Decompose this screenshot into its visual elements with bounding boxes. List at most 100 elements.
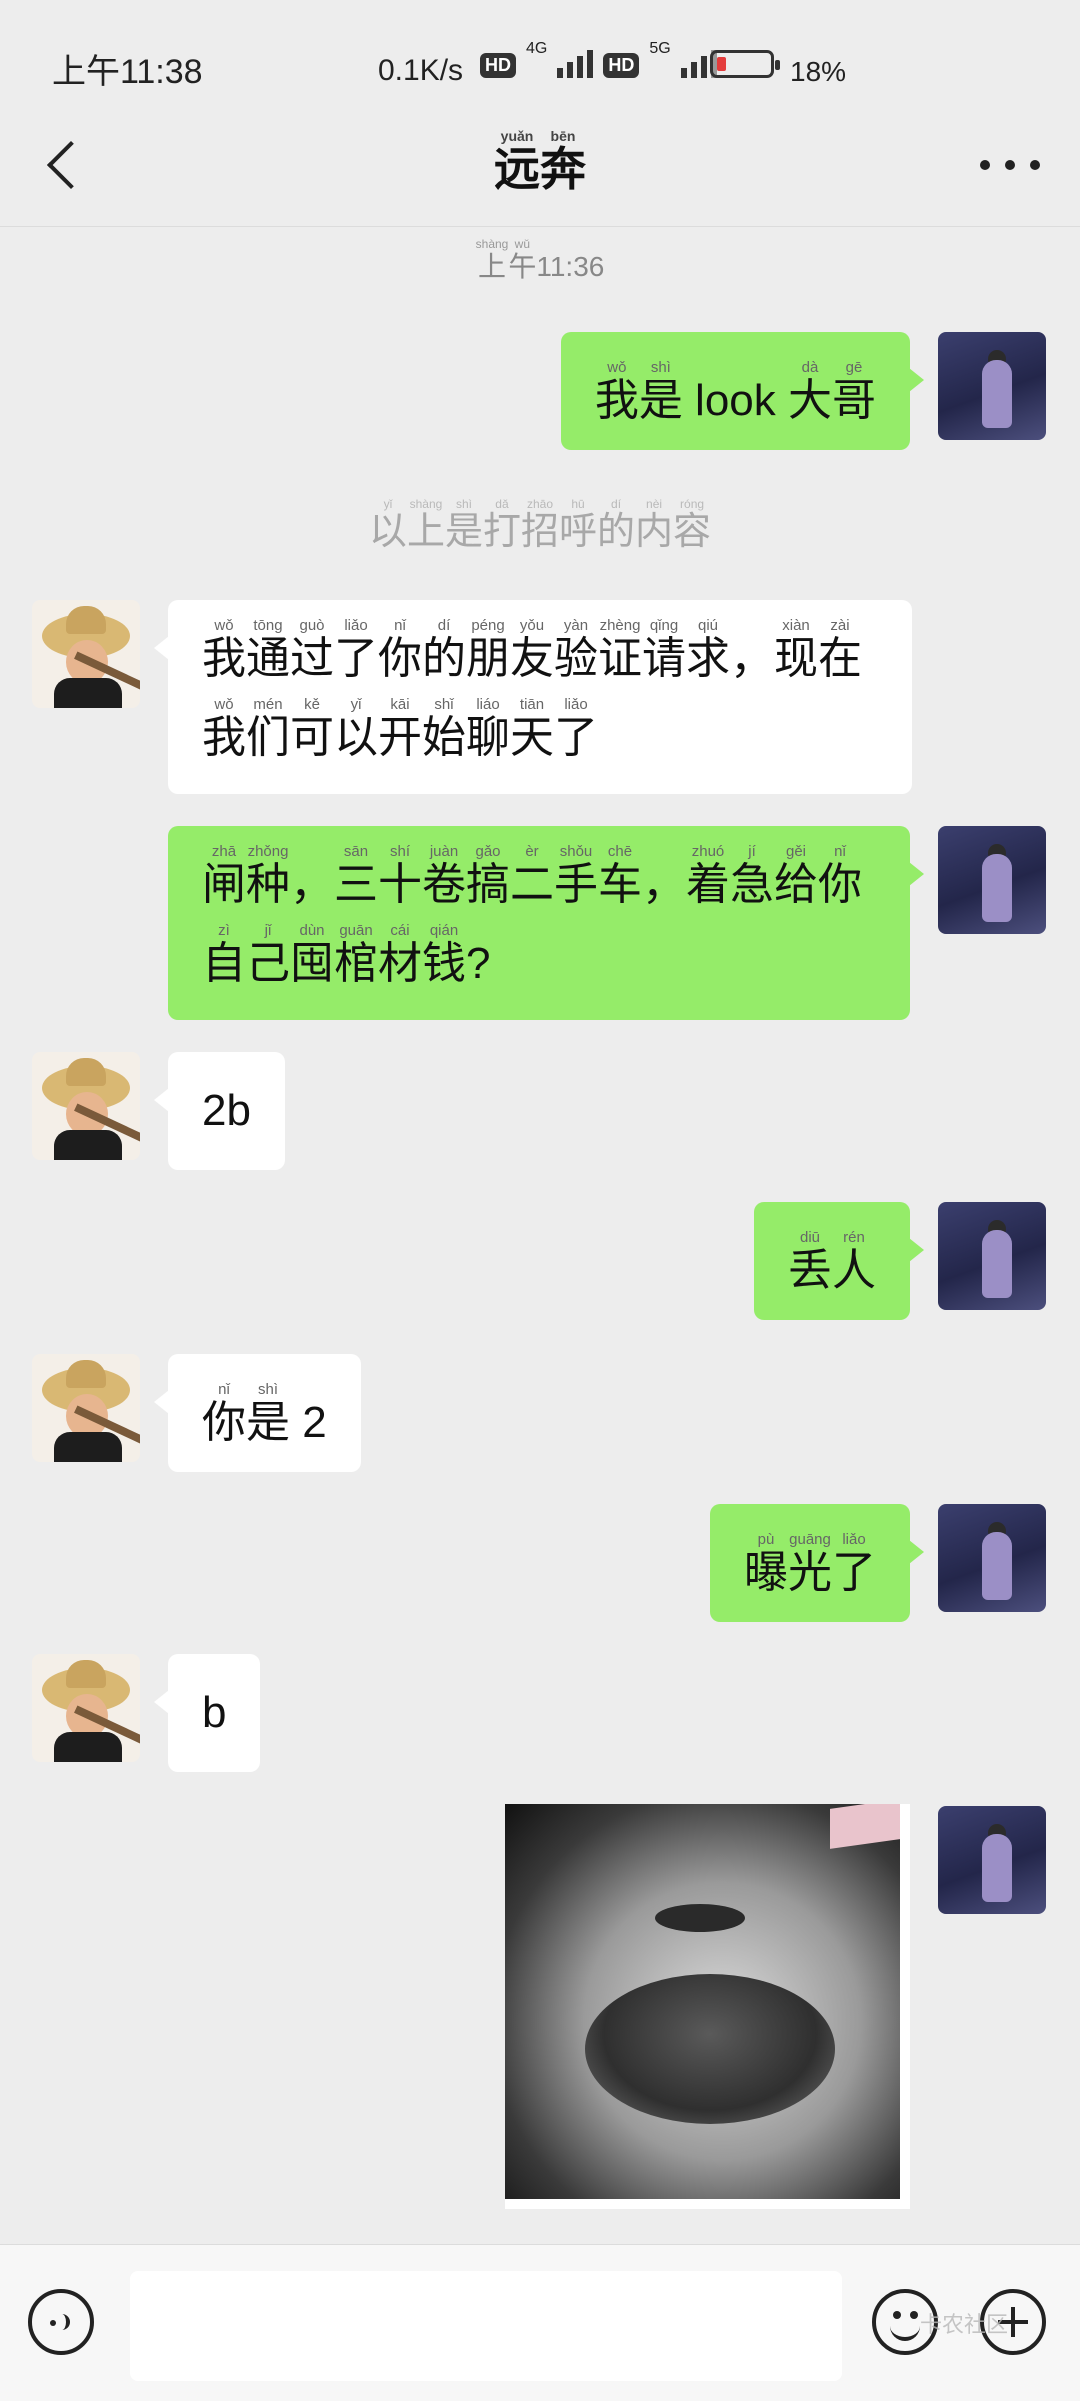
char-with-pinyin: 二èr [510, 843, 554, 909]
char-with-pinyin: 了liǎo [334, 617, 378, 683]
char-with-pinyin: 光guāng [788, 1530, 832, 1597]
message-line: 曝pù光guāng了liǎo [744, 1530, 876, 1597]
char-with-pinyin: 我wǒ [202, 617, 246, 683]
char-with-pinyin: 奔bēn [540, 128, 586, 195]
char-with-pinyin: 现xiàn [774, 617, 818, 683]
char-with-pinyin: 以yǐ [334, 696, 378, 762]
plain-text: ， [642, 860, 686, 909]
message-text: 你nǐ是shì 2 [168, 1381, 361, 1447]
sticker-image[interactable] [505, 1804, 910, 2209]
char-with-pinyin: 了liǎo [554, 696, 598, 762]
my-avatar[interactable] [938, 332, 1046, 440]
char-with-pinyin: 你nǐ [818, 843, 862, 909]
chat-header: 远yuǎn奔bēn [0, 110, 1080, 227]
char-with-pinyin: 友yǒu [510, 617, 554, 683]
char-with-pinyin: 求qiú [686, 617, 730, 683]
message-line: 我wǒ是shì look 大dà哥gē [594, 358, 876, 425]
char-with-pinyin: 内nèi [635, 497, 674, 553]
my-avatar[interactable] [938, 1504, 1046, 1612]
char-with-pinyin: 三sān [334, 843, 378, 909]
message-timestamp: 上shàng午wǔ11:36 [0, 237, 1080, 285]
message-bubble-received[interactable]: 2b [154, 1052, 285, 1170]
char-with-pinyin: 人rén [832, 1228, 876, 1295]
char-with-pinyin: 闸zhā [202, 843, 246, 909]
message-text: 闸zhā种zhǒng，三sān十shí卷juàn搞gǎo二èr手shǒu车chē… [168, 843, 896, 1002]
char-with-pinyin: 材cái [378, 922, 422, 988]
char-with-pinyin: 卷juàn [422, 843, 466, 909]
message-text: 我wǒ通tōng过guò了liǎo你nǐ的dí朋péng友yǒu验yàn证zhè… [168, 617, 896, 776]
plain-text: b [202, 1688, 227, 1737]
message-line: 闸zhā种zhǒng，三sān十shí卷juàn搞gǎo二èr手shǒu车chē… [202, 843, 862, 923]
status-time: 上午11:38 [52, 53, 203, 91]
plain-text: look [682, 375, 788, 425]
char-with-pinyin: 我wǒ [202, 696, 246, 762]
message-text: 我wǒ是shì look 大dà哥gē [561, 358, 910, 425]
message-line: b [202, 1691, 226, 1735]
char-with-pinyin: 证zhèng [598, 617, 642, 683]
char-with-pinyin: 在zài [818, 617, 862, 683]
message-line: 丢diū人rén [788, 1228, 876, 1295]
voice-icon[interactable] [28, 2289, 94, 2355]
message-line: 我wǒ通tōng过guò了liǎo你nǐ的dí朋péng友yǒu验yàn证zhè… [202, 617, 862, 697]
char-with-pinyin: 丢diū [788, 1228, 832, 1295]
message-input[interactable] [130, 2271, 842, 2381]
contact-avatar[interactable] [32, 1654, 140, 1762]
message-bubble-sent[interactable]: 闸zhā种zhǒng，三sān十shí卷juàn搞gǎo二èr手shǒu车chē… [168, 826, 924, 1020]
contact-avatar[interactable] [32, 600, 140, 708]
chat-title: 远yuǎn奔bēn [0, 128, 1080, 199]
char-with-pinyin: 过guò [290, 617, 334, 683]
char-with-pinyin: 大dà [788, 358, 832, 425]
char-with-pinyin: 们mén [246, 696, 290, 762]
plain-text: ， [730, 634, 774, 683]
more-options-button[interactable] [980, 150, 1040, 180]
char-with-pinyin: 上shàng [406, 497, 445, 553]
char-with-pinyin: 始shǐ [422, 696, 466, 762]
char-with-pinyin: 的dí [597, 497, 636, 553]
char-with-pinyin: 朋péng [466, 617, 510, 683]
message-bubble-received[interactable]: b [153, 1654, 261, 1772]
message-text: 曝pù光guāng了liǎo [710, 1530, 910, 1597]
contact-avatar[interactable] [32, 1052, 140, 1160]
char-with-pinyin: 验yàn [554, 617, 598, 683]
my-avatar[interactable] [938, 1202, 1046, 1310]
char-with-pinyin: 的dí [422, 617, 466, 683]
message-bubble-sent[interactable]: 我wǒ是shì look 大dà哥gē [560, 332, 925, 450]
message-line: 我wǒ们mén可kě以yǐ开kāi始shǐ聊liáo天tiān了liǎo [202, 696, 862, 776]
plain-text: 11:36 [536, 251, 605, 282]
char-with-pinyin: 容róng [673, 497, 712, 553]
char-with-pinyin: 我wǒ [594, 358, 639, 425]
contact-avatar[interactable] [32, 1354, 140, 1462]
my-avatar[interactable] [938, 826, 1046, 934]
char-with-pinyin: 你nǐ [378, 617, 422, 683]
char-with-pinyin: 招zhāo [520, 497, 559, 553]
battery-icon [710, 50, 780, 78]
char-with-pinyin: 聊liáo [466, 696, 510, 762]
network-speed: 0.1K/s [378, 54, 464, 87]
char-with-pinyin: 天tiān [510, 696, 554, 762]
char-with-pinyin: 给gěi [774, 843, 818, 909]
char-with-pinyin: 打dǎ [482, 497, 521, 553]
char-with-pinyin: 呼hū [559, 497, 598, 553]
plain-text: 2 [290, 1397, 327, 1447]
char-with-pinyin: 己jǐ [246, 922, 290, 988]
char-with-pinyin: 通tōng [246, 617, 290, 683]
char-with-pinyin: 了liǎo [832, 1530, 876, 1597]
char-with-pinyin: 着zhuó [686, 843, 730, 909]
message-bubble-received[interactable]: 你nǐ是shì 2 [154, 1354, 361, 1472]
my-avatar[interactable] [938, 1806, 1046, 1914]
message-bubble-received[interactable]: 我wǒ通tōng过guò了liǎo你nǐ的dí朋péng友yǒu验yàn证zhè… [154, 600, 912, 794]
message-line: 2b [202, 1089, 251, 1133]
signal-group: HD 4G HD 5G [480, 40, 717, 78]
char-with-pinyin: 囤dùn [290, 922, 334, 988]
message-bubble-sent[interactable]: 曝pù光guāng了liǎo [710, 1504, 924, 1622]
message-text: 2b [168, 1089, 285, 1133]
status-bar: 上午11:38 0.1K/s HD 4G HD 5G 18% [0, 0, 1080, 110]
char-with-pinyin: 十shí [378, 843, 422, 909]
network-4g-label: 4G [526, 40, 548, 57]
message-text: 丢diū人rén [754, 1228, 910, 1295]
plain-text: 2b [202, 1086, 251, 1135]
message-bubble-sent[interactable]: 丢diū人rén [754, 1202, 924, 1320]
char-with-pinyin: 种zhǒng [246, 843, 290, 909]
char-with-pinyin: 远yuǎn [494, 128, 540, 195]
char-with-pinyin: 棺guān [334, 922, 378, 988]
